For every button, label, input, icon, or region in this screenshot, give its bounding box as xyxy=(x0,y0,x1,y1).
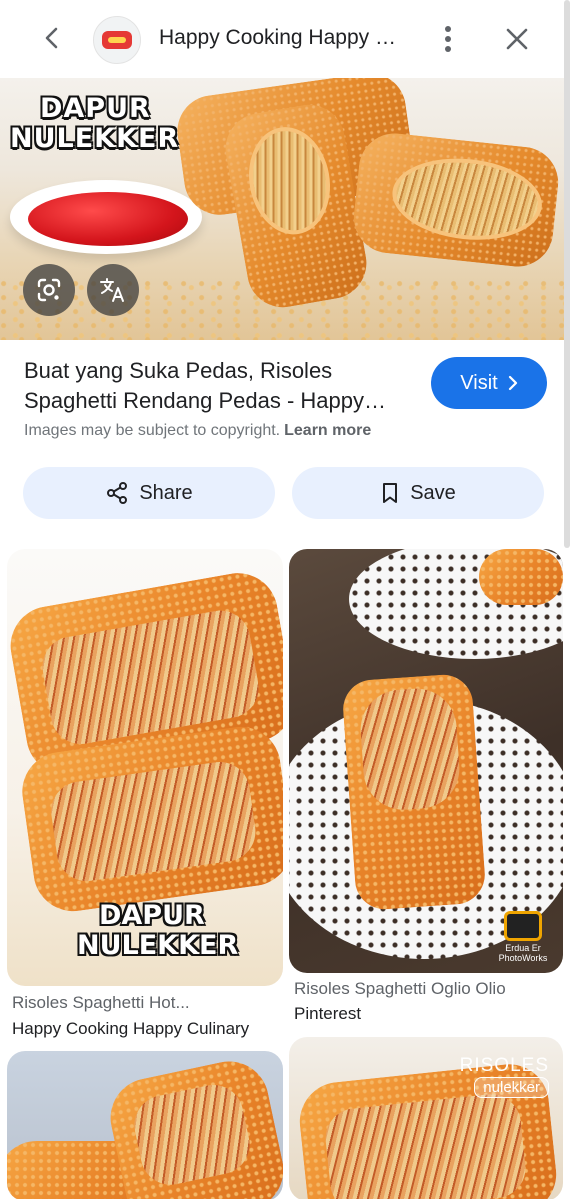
translate-button[interactable] xyxy=(87,264,139,316)
close-button[interactable] xyxy=(500,22,534,56)
save-button[interactable]: Save xyxy=(292,467,544,519)
google-lens-icon xyxy=(37,278,61,302)
top-bar: Happy Cooking Happy Culinary xyxy=(0,0,570,78)
dot-icon xyxy=(445,46,451,52)
risoles-watermark: RISOLES nulekker xyxy=(460,1055,549,1098)
chili-sauce xyxy=(28,192,188,246)
bookmark-icon xyxy=(383,483,398,503)
chevron-right-icon xyxy=(508,375,517,391)
chevron-left-icon xyxy=(45,27,58,49)
share-button[interactable]: Share xyxy=(23,467,275,519)
result-headline[interactable]: Buat yang Suka Pedas, Risoles Spaghetti … xyxy=(24,356,416,416)
brand-watermark: DAPUR NULEKKER xyxy=(77,901,238,961)
image-source[interactable]: Pinterest xyxy=(294,1004,560,1024)
scrollbar[interactable] xyxy=(564,0,570,548)
brand-watermark: DAPUR NULEKKER xyxy=(10,94,190,160)
watermark-line-2: nulekker xyxy=(474,1077,549,1098)
brand-line-1: DAPUR xyxy=(40,93,151,124)
related-image-3[interactable] xyxy=(7,1051,283,1199)
risoles-roll xyxy=(103,1054,283,1199)
related-image-2[interactable]: Erdua Er PhotoWorks xyxy=(289,549,563,973)
image-title[interactable]: Risoles Spaghetti Oglio Olio xyxy=(294,979,560,999)
main-image[interactable]: DAPUR NULEKKER xyxy=(0,78,570,340)
share-label: Share xyxy=(139,481,193,504)
dot-icon xyxy=(445,36,451,42)
site-favicon xyxy=(93,16,141,64)
copyright-text: Images may be subject to copyright. xyxy=(24,422,281,439)
photo-watermark: Erdua Er PhotoWorks xyxy=(495,911,551,963)
google-lens-button[interactable] xyxy=(23,264,75,316)
brand-line-2: NULEKKER xyxy=(10,123,180,154)
share-icon xyxy=(107,482,128,504)
site-logo-icon xyxy=(102,31,132,49)
visit-label: Visit xyxy=(460,371,498,394)
image-source[interactable]: Happy Cooking Happy Culinary xyxy=(12,1019,280,1039)
translate-icon xyxy=(100,278,124,302)
watermark-line-1: Erdua Er xyxy=(505,943,541,953)
learn-more-link[interactable]: Learn more xyxy=(284,422,371,439)
copyright-notice: Images may be subject to copyright. Learn… xyxy=(24,422,371,440)
close-icon xyxy=(506,28,528,50)
more-options-button[interactable] xyxy=(432,22,464,56)
watermark-line-2: PhotoWorks xyxy=(498,953,548,963)
watermark-line-2: NULEKKER xyxy=(77,930,239,961)
save-label: Save xyxy=(410,481,456,504)
risoles-roll xyxy=(479,549,563,605)
back-button[interactable] xyxy=(34,20,70,56)
watermark-line-1: DAPUR xyxy=(99,900,205,931)
related-image-4[interactable]: RISOLES nulekker xyxy=(289,1037,563,1199)
image-title[interactable]: Risoles Spaghetti Hot... xyxy=(12,993,280,1013)
page-title: Happy Cooking Happy Culinary xyxy=(159,26,409,49)
result-info: Buat yang Suka Pedas, Risoles Spaghetti … xyxy=(0,340,570,550)
dot-icon xyxy=(445,26,451,32)
risoles-roll xyxy=(341,672,487,912)
visit-button[interactable]: Visit xyxy=(431,357,547,409)
watermark-line-1: RISOLES xyxy=(459,1055,549,1076)
risoles-roll xyxy=(350,129,562,271)
related-image-1[interactable]: DAPUR NULEKKER xyxy=(7,549,283,986)
camera-logo-icon xyxy=(504,911,542,941)
